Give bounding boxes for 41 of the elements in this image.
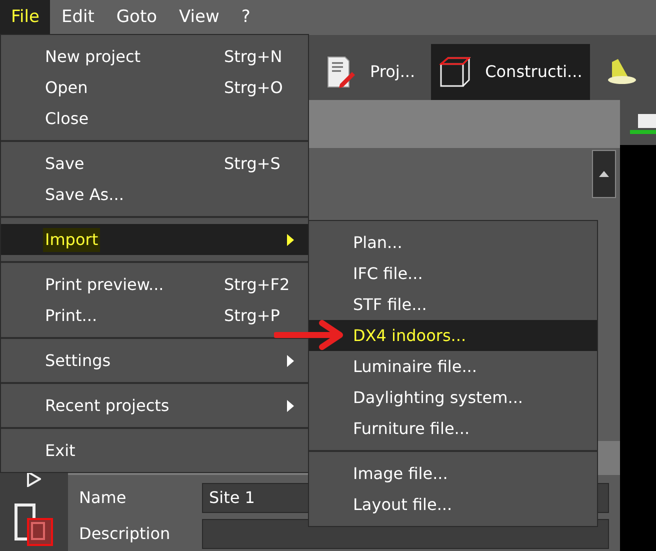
- menu-item[interactable]: Import: [1, 224, 308, 255]
- menu-title[interactable]: Edit: [50, 0, 106, 35]
- menu-item[interactable]: Daylighting system...: [309, 382, 597, 413]
- shortcut-label: Strg+P: [224, 304, 281, 326]
- up-triangle-icon: [599, 171, 609, 177]
- menu-title[interactable]: File: [0, 0, 50, 35]
- menu-item[interactable]: Print preview... Strg+F2: [1, 269, 308, 300]
- menu-item[interactable]: Open Strg+O: [1, 72, 308, 103]
- shortcut-label: Strg+O: [224, 76, 284, 98]
- field-label: Description: [78, 523, 172, 545]
- lamp-icon[interactable]: [606, 58, 638, 86]
- shortcut-label: Strg+F2: [224, 274, 291, 296]
- menu-item[interactable]: Furniture file...: [309, 413, 597, 444]
- menu-item[interactable]: IFC file...: [309, 258, 597, 289]
- layers-icon[interactable]: [14, 503, 54, 547]
- menu-item[interactable]: Exit: [1, 435, 308, 466]
- menu-item[interactable]: New project Strg+N: [1, 41, 308, 72]
- tab[interactable]: Constructi...: [431, 44, 590, 100]
- shortcut-label: Strg+N: [224, 46, 284, 68]
- document-pencil-icon: [326, 56, 356, 88]
- menu-item[interactable]: Image file...: [309, 458, 597, 489]
- menu-item[interactable]: Plan...: [309, 227, 597, 258]
- field-label: Name: [78, 487, 128, 509]
- menu-item[interactable]: DX4 indoors...: [309, 320, 597, 351]
- menu-item[interactable]: Recent projects: [1, 390, 308, 421]
- menu-title[interactable]: View: [168, 0, 230, 35]
- box-icon[interactable]: [630, 112, 656, 134]
- menu-item[interactable]: Luminaire file...: [309, 351, 597, 382]
- menu-item[interactable]: STF file...: [309, 289, 597, 320]
- menu-item[interactable]: Save As...: [1, 179, 308, 210]
- menu-item[interactable]: Save Strg+S: [1, 148, 308, 179]
- menu-item[interactable]: Print... Strg+P: [1, 300, 308, 331]
- menu-title[interactable]: Goto: [105, 0, 168, 35]
- menu-title[interactable]: ?: [230, 0, 262, 35]
- wireframe-cube-icon: [439, 56, 472, 88]
- scroll-up-button[interactable]: [592, 150, 616, 198]
- menu-item[interactable]: Settings: [1, 345, 308, 376]
- shortcut-label: Strg+S: [224, 152, 282, 174]
- menu-item[interactable]: Close: [1, 103, 308, 134]
- play-icon[interactable]: [27, 471, 41, 487]
- menu-item[interactable]: Layout file...: [309, 489, 597, 520]
